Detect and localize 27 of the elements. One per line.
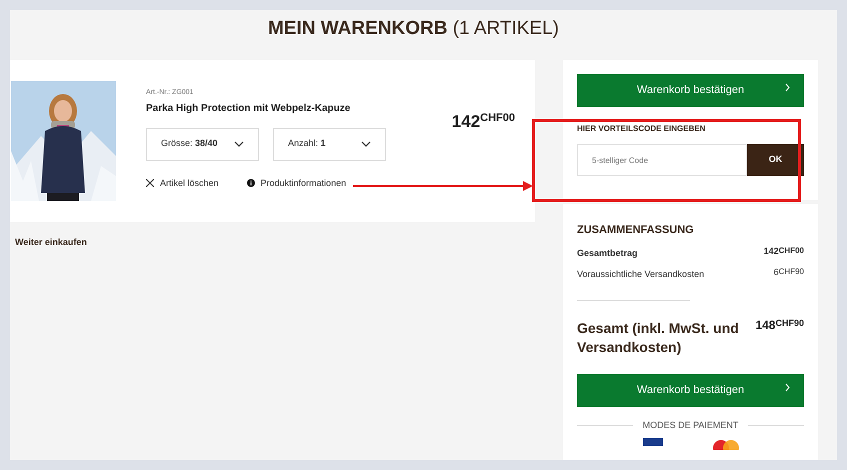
dropdown[interactable]: Anzahl: 1 xyxy=(273,128,386,160)
voucher-heading: HIER VORTEILSCODE EINGEBEN xyxy=(577,123,706,135)
confirm-cart-button[interactable]: Warenkorb bestätigen xyxy=(577,74,804,107)
chevron-right-icon xyxy=(785,382,790,392)
total-label: Gesamt (inkl. MwSt. und Versandkosten) xyxy=(577,318,740,356)
delete-link[interactable]: Artikel löschen xyxy=(146,176,219,190)
price: 6CHF90 xyxy=(774,268,804,277)
product-name: Parka High Protection mit Webpelz-Kapuze xyxy=(146,102,352,116)
chevron-right-icon xyxy=(785,83,790,92)
info-icon xyxy=(246,179,255,188)
card-logo-icon xyxy=(642,438,662,446)
ok-button[interactable]: OK xyxy=(747,144,804,176)
summary-label: Gesamtbetrag xyxy=(577,246,638,260)
chevron-down-icon xyxy=(361,141,371,147)
voucher-code-field[interactable]: 5-stelliger Code xyxy=(577,144,747,176)
continue-shopping-link[interactable]: Weiter einkaufen xyxy=(15,236,535,250)
card-logo-icon xyxy=(712,438,738,450)
page-title: MEIN WARENKORB (1 ARTIKEL) xyxy=(266,17,560,41)
close-icon xyxy=(146,179,154,188)
chevron-down-icon xyxy=(234,141,244,147)
price: 142CHF00 xyxy=(764,246,804,256)
summary-heading: ZUSAMMENFASSUNG xyxy=(577,223,695,238)
dropdown[interactable]: Grösse: 38/40 xyxy=(146,128,259,160)
payment-heading: MODES DE PAIEMENT xyxy=(642,418,738,432)
confirm-cart-button[interactable]: Warenkorb bestätigen xyxy=(577,374,804,406)
summary-label: Voraussichtliche Versandkosten xyxy=(577,268,704,281)
info-link[interactable]: Produktinformationen xyxy=(246,176,346,190)
